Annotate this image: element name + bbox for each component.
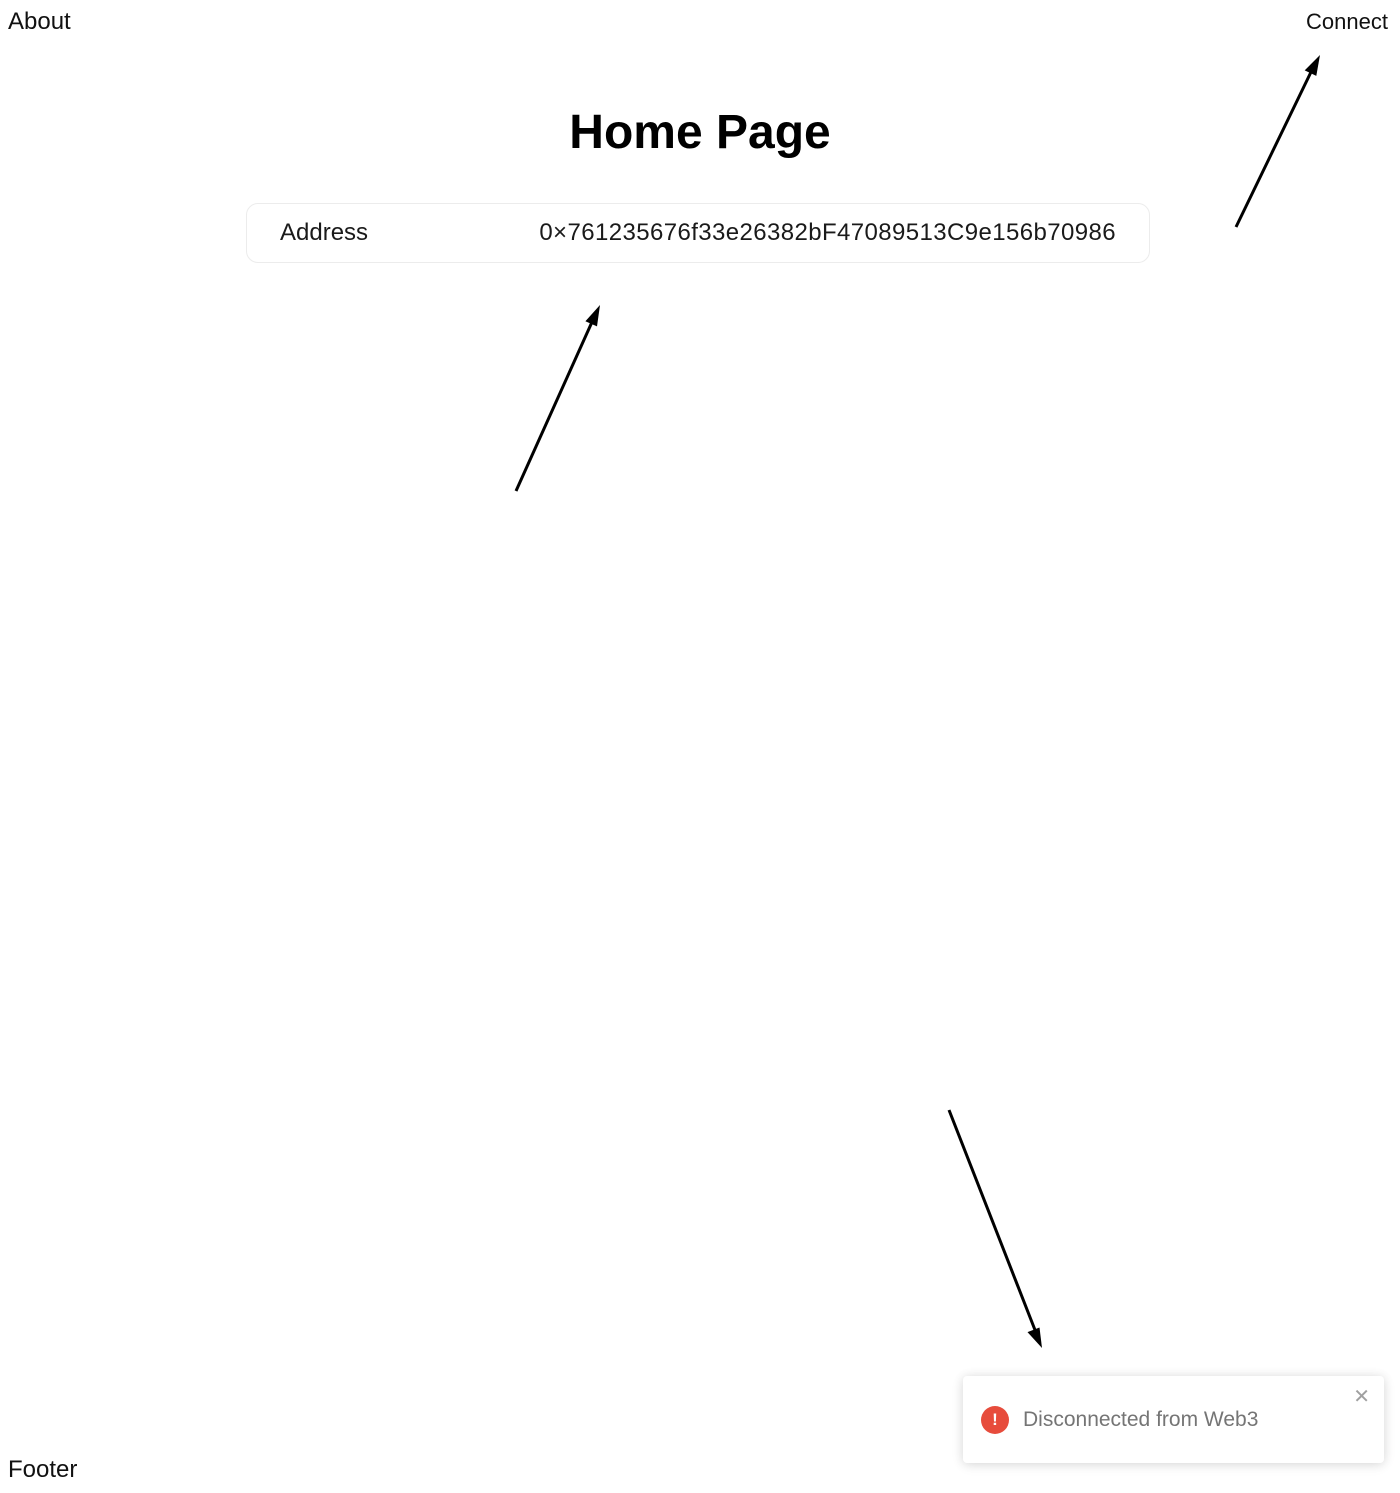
toast-message: Disconnected from Web3 <box>1023 1407 1259 1431</box>
nav-about-link[interactable]: About <box>8 6 71 38</box>
arrow-to-address <box>514 305 600 492</box>
address-card: Address 0×761235676f33e26382bF47089513C9… <box>246 203 1150 263</box>
address-label: Address <box>280 219 369 246</box>
toast-notification: ! Disconnected from Web3 ✕ <box>963 1376 1384 1463</box>
address-value: 0×761235676f33e26382bF47089513C9e156b709… <box>539 219 1116 246</box>
close-icon[interactable]: ✕ <box>1353 1386 1370 1406</box>
arrow-to-toast <box>947 1109 1042 1348</box>
error-icon: ! <box>981 1405 1009 1434</box>
page-title: Home Page <box>569 106 831 159</box>
footer: Footer <box>8 1456 78 1483</box>
connect-button[interactable]: Connect <box>1306 6 1388 38</box>
page: About Connect Home Page Address 0×761235… <box>0 0 1400 1493</box>
